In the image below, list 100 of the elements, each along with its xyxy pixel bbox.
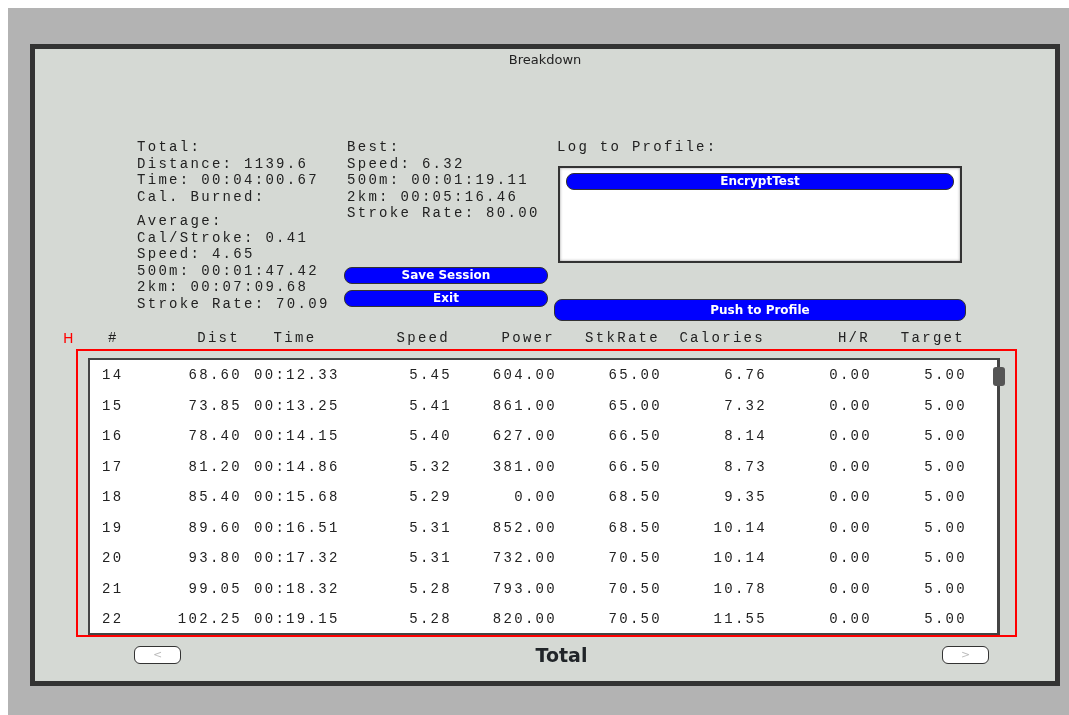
scrollbar-thumb[interactable] <box>993 367 1005 386</box>
table-cell-text: 21 <box>101 580 125 597</box>
table-cell-text: 0.00 <box>828 458 872 475</box>
table-cell-text: 7.32 <box>723 397 767 414</box>
stat-line: 2km: 00:05:16.46 <box>347 188 520 205</box>
column-header: Calories <box>678 329 765 347</box>
column-header: Dist <box>196 329 240 347</box>
table-cell-text: 10.14 <box>712 550 767 567</box>
table-cell-text: 5.31 <box>408 519 452 536</box>
column-header: Target <box>899 329 965 347</box>
table-cell-text: 70.50 <box>607 611 662 628</box>
table-cell-text: 81.20 <box>187 458 242 475</box>
table-cell-text: 65.00 <box>607 367 662 384</box>
stat-line: Speed: 6.32 <box>347 155 466 172</box>
table-cell-text: 5.00 <box>923 519 967 536</box>
table-cell-text: 5.00 <box>923 611 967 628</box>
table-cell-text: 99.05 <box>187 580 242 597</box>
table-cell-text: 627.00 <box>491 428 557 445</box>
column-header: Speed <box>395 329 450 347</box>
table-cell-text: 17 <box>101 458 125 475</box>
table-cell-text: 00:12.33 <box>253 367 341 384</box>
annotation-label: H <box>62 328 75 348</box>
table-cell-text: 15 <box>101 397 125 414</box>
table-cell-text: 5.28 <box>408 580 452 597</box>
table-cell-text: 793.00 <box>491 580 557 597</box>
table-cell-text: 93.80 <box>187 550 242 567</box>
table-cell-text: 5.45 <box>408 367 452 384</box>
table-cell-text: 0.00 <box>828 428 872 445</box>
table-cell-text: 0.00 <box>828 550 872 567</box>
table-cell-text: 14 <box>101 367 125 384</box>
table-cell-text: 5.00 <box>923 550 967 567</box>
table-cell-text: 16 <box>101 428 125 445</box>
table-cell-text: 00:19.15 <box>253 611 341 628</box>
table-cell-text: 20 <box>101 550 125 567</box>
stat-line: 500m: 00:01:19.11 <box>347 172 530 189</box>
stats-heading: Average: <box>137 213 224 230</box>
save-session-button[interactable]: Save Session <box>344 267 548 284</box>
table-cell-text: 0.00 <box>828 580 872 597</box>
table-cell-text: 8.14 <box>723 428 767 445</box>
exit-button[interactable]: Exit <box>344 290 548 307</box>
table-cell-text: 00:13.25 <box>253 397 341 414</box>
table-cell-text: 5.00 <box>923 458 967 475</box>
stat-line: Stroke Rate: 80.00 <box>347 205 541 222</box>
stat-line: Distance: 1139.6 <box>137 155 310 172</box>
stats-heading: Best: <box>347 139 402 156</box>
table-cell-text: 604.00 <box>491 367 557 384</box>
table-cell-text: 5.00 <box>923 397 967 414</box>
column-header: StkRate <box>584 329 660 347</box>
table-cell-text: 0.00 <box>828 397 872 414</box>
table-cell-text: 70.50 <box>607 550 662 567</box>
table-cell-text: 8.73 <box>723 458 767 475</box>
table-cell-text: 381.00 <box>491 458 557 475</box>
table-cell-text: 85.40 <box>187 489 242 506</box>
table-cell-text: 00:15.68 <box>253 489 341 506</box>
table-cell-text: 65.00 <box>607 397 662 414</box>
table-cell-text: 66.50 <box>607 428 662 445</box>
table-cell-text: 19 <box>101 519 125 536</box>
table-cell-text: 102.25 <box>176 611 242 628</box>
table-cell-text: 10.14 <box>712 519 767 536</box>
column-header: Time <box>272 329 318 347</box>
table-cell-text: 5.29 <box>408 489 452 506</box>
table-cell-text: 852.00 <box>491 519 557 536</box>
table-cell-text: 0.00 <box>513 489 557 506</box>
table-cell-text: 0.00 <box>828 519 872 536</box>
table-cell-text: 820.00 <box>491 611 557 628</box>
stat-line: Speed: 4.65 <box>137 246 256 263</box>
table-cell-text: 0.00 <box>828 611 872 628</box>
table-cell-text: 68.50 <box>607 519 662 536</box>
table-cell-text: 5.00 <box>923 367 967 384</box>
column-header: # <box>107 329 120 347</box>
table-cell-text: 861.00 <box>491 397 557 414</box>
table-cell-text: 78.40 <box>187 428 242 445</box>
log-to-profile-label: Log to Profile: <box>557 139 719 156</box>
stat-line: Stroke Rate: 70.09 <box>137 295 331 312</box>
table-cell-text: 5.28 <box>408 611 452 628</box>
table-cell-text: 00:14.86 <box>253 458 341 475</box>
window-title: Breakdown <box>507 51 583 69</box>
table-cell-text: 5.00 <box>923 580 967 597</box>
table-cell-text: 5.41 <box>408 397 452 414</box>
table-cell-text: 00:16.51 <box>253 519 341 536</box>
profile-item[interactable]: EncryptTest <box>566 172 954 190</box>
table-cell-text: 66.50 <box>607 458 662 475</box>
table-cell-text: 10.78 <box>712 580 767 597</box>
table-cell-text: 732.00 <box>491 550 557 567</box>
table-cell-text: 68.60 <box>187 367 242 384</box>
stat-line: 2km: 00:07:09.68 <box>137 279 310 296</box>
stat-line: Time: 00:04:00.67 <box>137 172 320 189</box>
stat-line: Cal. Burned: <box>137 188 267 205</box>
stat-line: 500m: 00:01:47.42 <box>137 262 320 279</box>
table-cell-text: 68.50 <box>607 489 662 506</box>
table-cell-text: 70.50 <box>607 580 662 597</box>
table-cell-text: 18 <box>101 489 125 506</box>
table-cell-text: 89.60 <box>187 519 242 536</box>
table-cell-text: 5.40 <box>408 428 452 445</box>
table-cell-text: 5.32 <box>408 458 452 475</box>
column-header: Power <box>500 329 555 347</box>
push-to-profile-button[interactable]: Push to Profile <box>554 299 966 321</box>
table-cell-text: 00:14.15 <box>253 428 341 445</box>
table-cell-text: 5.31 <box>408 550 452 567</box>
table-cell-text: 5.00 <box>923 428 967 445</box>
